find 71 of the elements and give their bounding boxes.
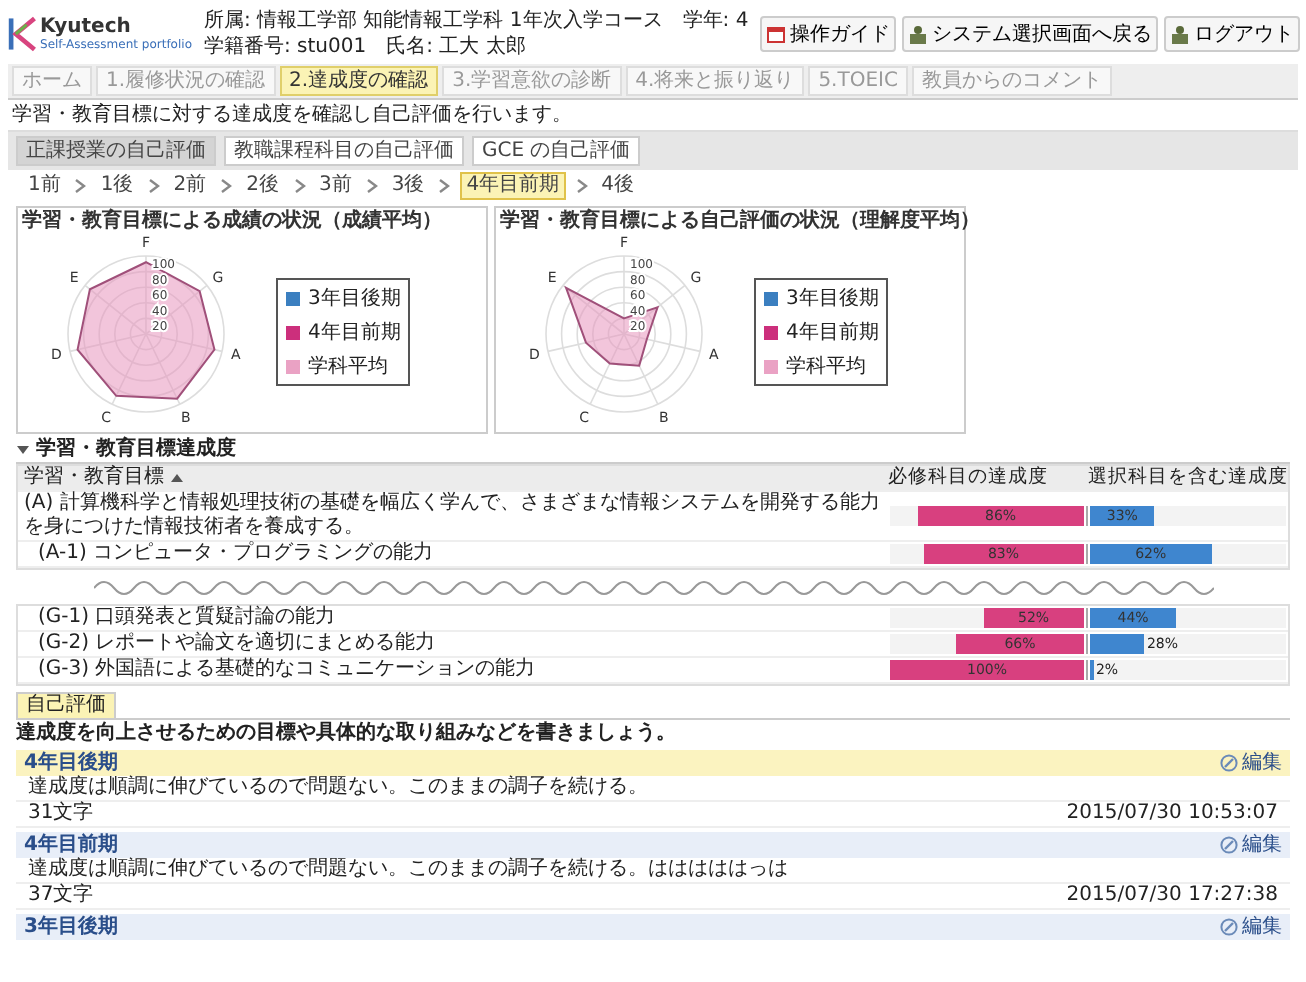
chevron-icon xyxy=(74,178,87,194)
comment-text: 達成度は順調に伸びているので問題ない。このままの調子を続ける。 xyxy=(16,776,1290,802)
char-count: 37文字 xyxy=(28,884,94,908)
edit-link[interactable]: 編集 xyxy=(1220,832,1282,858)
student-name-text: 氏名: 工大 太郎 xyxy=(386,35,526,59)
sub-tab[interactable]: 教職課程科目の自己評価 xyxy=(224,136,464,166)
nav-tab[interactable]: 2.達成度の確認 xyxy=(279,66,439,96)
logo-icon xyxy=(8,12,37,56)
chevron-icon xyxy=(438,178,451,194)
column-header[interactable]: 学習・教育目標 xyxy=(24,466,164,490)
chevron-icon xyxy=(365,178,378,194)
edit-link[interactable]: 編集 xyxy=(1220,914,1282,940)
legend-label: 学科平均 xyxy=(786,353,866,380)
chevron-icon xyxy=(220,178,233,194)
term-title: 4年目前期 xyxy=(24,832,118,857)
term-link[interactable]: 1前 xyxy=(24,174,65,198)
student-id-text: 学籍番号: stu001 xyxy=(204,35,367,59)
term-link[interactable]: 2前 xyxy=(169,174,211,198)
term-link[interactable]: 2後 xyxy=(242,174,283,198)
legend-label: 学科平均 xyxy=(308,353,388,380)
section-title: 学習・教育目標達成度 xyxy=(36,438,236,462)
sub-tab[interactable]: 正課授業の自己評価 xyxy=(16,136,216,166)
sort-up-icon[interactable] xyxy=(170,472,184,484)
timestamp: 2015/07/30 10:53:07 xyxy=(1066,802,1278,826)
header-button[interactable]: 操作ガイド xyxy=(760,16,897,52)
collapse-icon[interactable] xyxy=(16,444,30,456)
header-button[interactable]: ログアウト xyxy=(1164,16,1301,52)
goal-text: (G-3) 外国語による基礎的なコミュニケーションの能力 xyxy=(36,658,538,682)
radar-area xyxy=(564,285,660,367)
column-header[interactable]: 選択科目を含む達成度 xyxy=(1088,466,1288,490)
calendar-icon xyxy=(766,24,787,44)
goal-text: (G-1) 口頭発表と質疑討論の能力 xyxy=(36,606,338,630)
chevron-icon xyxy=(293,178,305,194)
goal-text: (G-2) レポートや論文を適切にまとめる能力 xyxy=(36,632,438,656)
grade-text: 学年: 4 xyxy=(682,9,749,33)
entry-header[interactable]: 4年目後期 編集 xyxy=(16,750,1290,776)
legend-label: 3年目後期 xyxy=(786,285,879,312)
person-icon xyxy=(908,24,929,44)
chart-title: 学習・教育目標による成績の状況（成績平均） xyxy=(22,210,444,234)
edit-icon xyxy=(1220,836,1238,854)
chevron-icon xyxy=(575,178,588,194)
legend-label: 4年目前期 xyxy=(308,319,401,346)
person-icon xyxy=(1170,24,1191,44)
legend-label: 3年目後期 xyxy=(308,285,401,312)
term-link[interactable]: 3前 xyxy=(315,174,356,198)
edit-icon xyxy=(1220,754,1238,772)
goal-text: (A) 計算機科学と情報処理技術の基礎を幅広く学んで、さまざまな情報システムを開発する能力を身につけた情報技術者を養成する。 xyxy=(22,492,882,540)
sub-tab[interactable]: GCE の自己評価 xyxy=(472,136,641,166)
entry-header[interactable]: 3年目後期 編集 xyxy=(16,914,1290,940)
term-title: 4年目後期 xyxy=(24,750,118,775)
term-link[interactable]: 4年目前期 xyxy=(460,172,566,200)
header-button[interactable]: システム選択画面へ戻る xyxy=(902,16,1159,52)
self-eval-tab[interactable]: 自己評価 xyxy=(16,692,116,718)
entry-header[interactable]: 4年目前期 編集 xyxy=(16,832,1290,858)
char-count: 31文字 xyxy=(28,802,94,826)
comment-text: 達成度は順調に伸びているので問題ない。このままの調子を続ける。はははははっは xyxy=(16,858,1290,884)
radar-area xyxy=(76,261,216,400)
term-link[interactable]: 1後 xyxy=(96,174,138,198)
edit-icon xyxy=(1220,918,1238,936)
column-header[interactable]: 必修科目の達成度 xyxy=(888,466,1088,490)
chevron-icon xyxy=(147,178,160,194)
edit-link[interactable]: 編集 xyxy=(1220,750,1282,776)
logo-name: Kyutech xyxy=(40,16,133,38)
affiliation-text: 所属: 情報工学部 知能情報工学科 1年次入学コース xyxy=(204,9,663,33)
term-link[interactable]: 3後 xyxy=(387,174,429,198)
goal-text: (A-1) コンピュータ・プログラミングの能力 xyxy=(36,542,436,566)
timestamp: 2015/07/30 17:27:38 xyxy=(1066,884,1278,908)
legend-label: 4年目前期 xyxy=(786,319,879,346)
instruction-text: 達成度を向上させるための目標や具体的な取り組みなどを書きましょう。 xyxy=(16,720,678,746)
term-link[interactable]: 4後 xyxy=(597,174,638,198)
term-title: 3年目後期 xyxy=(24,914,118,940)
